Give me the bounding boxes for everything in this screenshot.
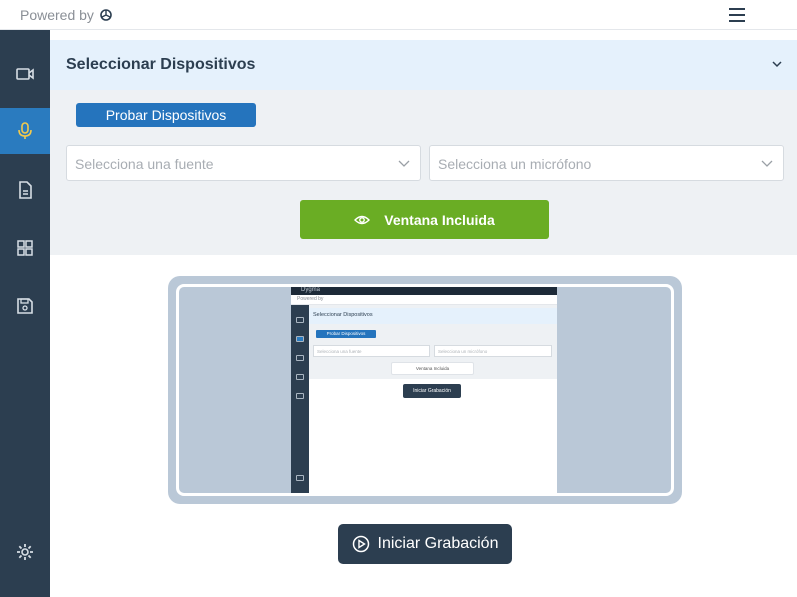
chevron-down-icon: [398, 160, 410, 167]
sidebar-item-video[interactable]: [0, 51, 50, 97]
window-included-button[interactable]: Ventana Incluida: [300, 200, 549, 239]
hamburger-menu-icon[interactable]: [729, 8, 745, 22]
sidebar-item-save[interactable]: [0, 283, 50, 329]
microphone-icon: [18, 122, 32, 139]
preview-window-button: Ventana Incluida: [391, 362, 474, 375]
preview-sidebar: [291, 305, 309, 493]
preview-panel-title: Seleccionar Dispositivos: [313, 312, 373, 318]
powered-by: Powered by: [20, 7, 113, 23]
preview-record-button: Iniciar Grabación: [403, 384, 461, 398]
window-included-label: Ventana Incluida: [384, 211, 495, 228]
chevron-down-icon[interactable]: [770, 57, 784, 71]
microphone-select-placeholder: Selecciona un micrófono: [438, 156, 592, 172]
preview-powered-by: Powered by: [297, 296, 324, 302]
device-panel-header[interactable]: Seleccionar Dispositivos: [50, 40, 797, 90]
openai-logo-icon: [100, 9, 112, 21]
test-devices-button[interactable]: Probar Dispositivos: [76, 103, 256, 127]
start-recording-label: Iniciar Grabación: [377, 535, 499, 552]
document-icon: [19, 181, 32, 199]
powered-by-label: Powered by: [20, 7, 94, 23]
source-select[interactable]: Selecciona una fuente: [66, 145, 421, 181]
preview-source-placeholder: Selecciona una fuente: [317, 349, 362, 354]
settings-button[interactable]: [0, 529, 50, 575]
microphone-select[interactable]: Selecciona un micrófono: [429, 145, 784, 181]
play-circle-icon: [352, 535, 369, 553]
main-content: Seleccionar Dispositivos Probar Disposit…: [50, 30, 797, 597]
preview-screen: Dygma Powered by Seleccionar Dispositivo…: [176, 284, 674, 496]
preview-panel: Seleccionar Dispositivos Probar Disposit…: [309, 305, 557, 379]
preview-titlebar: Dygma: [291, 287, 557, 295]
device-panel: Seleccionar Dispositivos Probar Disposit…: [50, 40, 797, 255]
sidebar-item-microphone[interactable]: [0, 108, 50, 154]
source-select-placeholder: Selecciona una fuente: [75, 156, 214, 172]
preview-frame: Dygma Powered by Seleccionar Dispositivo…: [168, 276, 682, 504]
grid-icon: [17, 240, 33, 256]
preview-mic-placeholder: Selecciona un micrófono: [438, 349, 488, 354]
sidebar: [0, 30, 50, 597]
top-bar: Powered by: [0, 0, 797, 30]
preview-topbar: Powered by: [291, 295, 557, 305]
sidebar-item-document[interactable]: [0, 167, 50, 213]
save-icon: [17, 298, 33, 314]
panel-title: Seleccionar Dispositivos: [66, 56, 256, 73]
eye-icon: [354, 215, 371, 224]
preview-window: Dygma Powered by Seleccionar Dispositivo…: [291, 287, 557, 493]
preview-test-button: Probar Dispositivos: [316, 330, 376, 338]
chevron-down-icon: [761, 160, 773, 167]
video-camera-icon: [16, 68, 34, 80]
start-recording-button[interactable]: Iniciar Grabación: [338, 524, 512, 564]
preview-window-title: Dygma: [301, 287, 321, 293]
sidebar-item-grid[interactable]: [0, 225, 50, 271]
gear-icon: [17, 544, 33, 560]
